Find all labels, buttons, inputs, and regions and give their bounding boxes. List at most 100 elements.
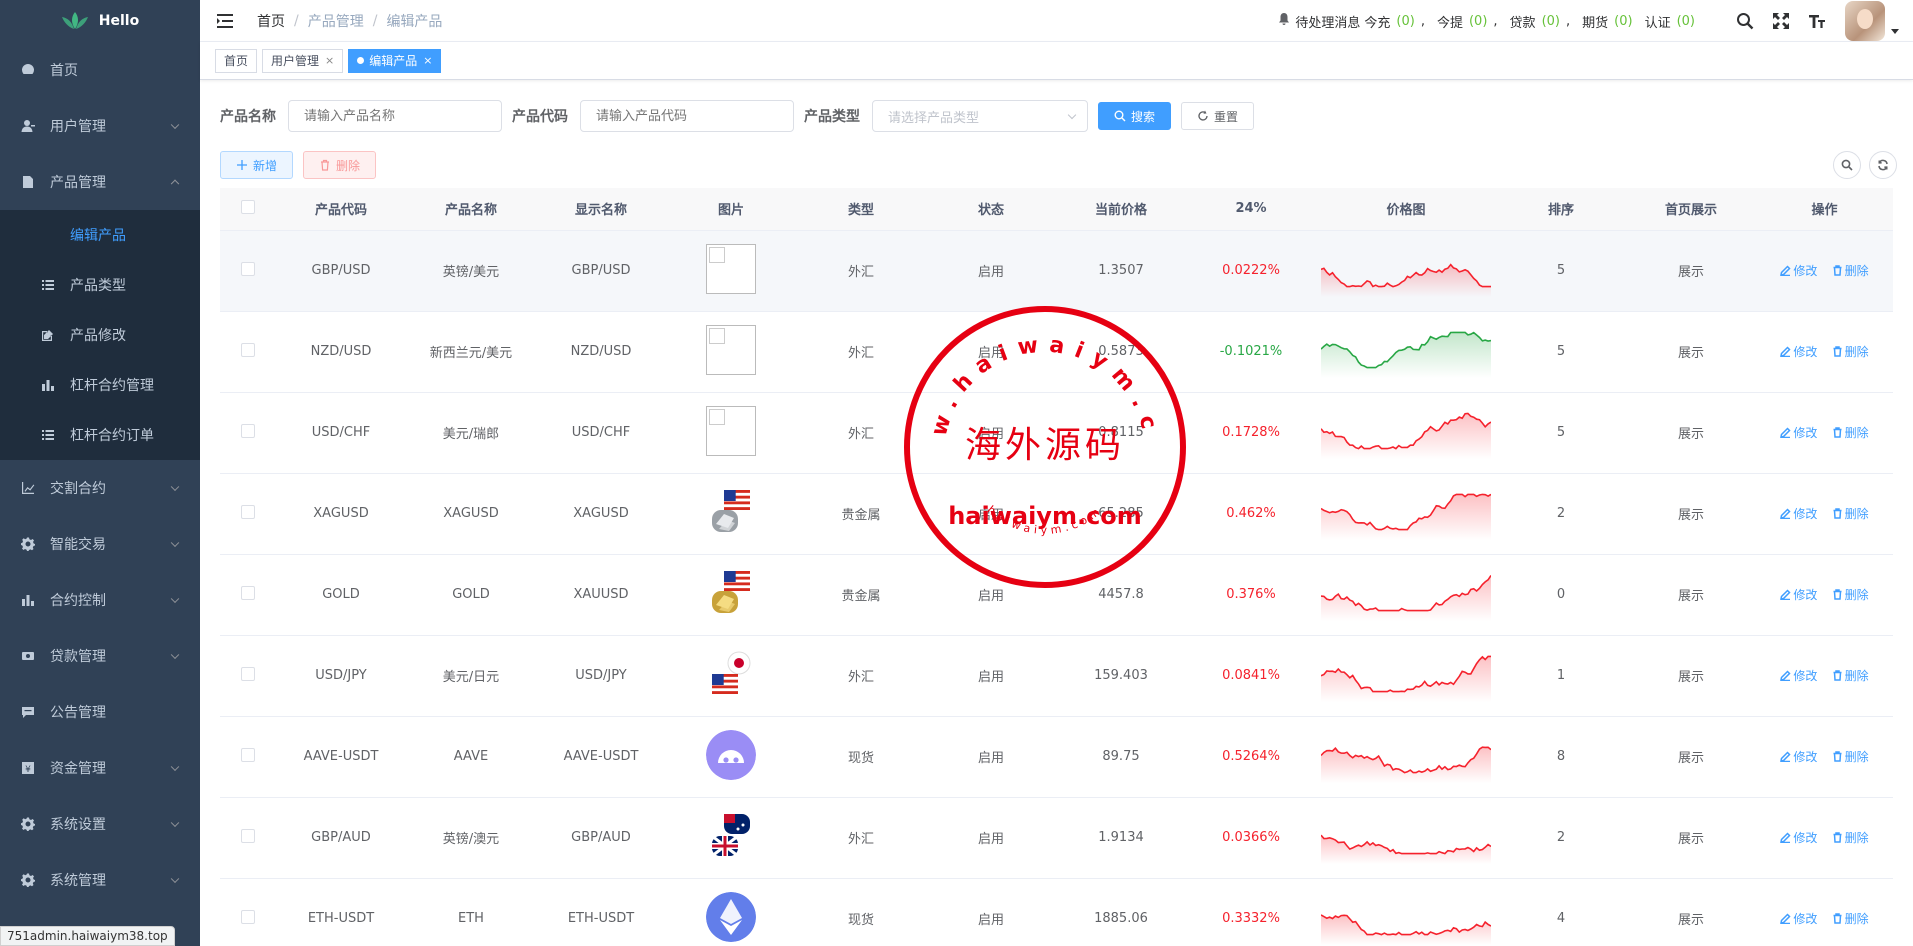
submenu-item-0[interactable]: 编辑产品: [0, 210, 200, 260]
cell-change: -0.1021%: [1186, 311, 1316, 393]
sidebar-item-label: 首页: [50, 63, 78, 79]
edit-button[interactable]: 修改: [1780, 910, 1817, 927]
table-row[interactable]: USD/CHF 美元/瑞郎 USD/CHF 外汇 启用 0.8115 0.172…: [220, 392, 1893, 474]
tag-0[interactable]: 首页: [215, 48, 258, 73]
refresh-button[interactable]: [1869, 151, 1897, 179]
tag-1[interactable]: 用户管理 ×: [262, 48, 344, 73]
delete-row-button[interactable]: 删除: [1832, 505, 1869, 522]
edit-button[interactable]: 修改: [1780, 424, 1817, 441]
edit-button[interactable]: 修改: [1780, 748, 1817, 765]
sidebar-item-5[interactable]: 合约控制: [0, 572, 200, 628]
column-header: 产品名称: [406, 188, 536, 231]
tags-view: 首页 用户管理 × 编辑产品 ×: [200, 42, 1913, 80]
reset-button[interactable]: 重置: [1181, 102, 1255, 130]
edit-button[interactable]: 修改: [1780, 262, 1817, 279]
tag-label: 编辑产品: [369, 54, 418, 68]
cell-homepage: 展示: [1626, 554, 1756, 636]
search-button[interactable]: 搜索: [1098, 102, 1172, 130]
sidebar-item-7[interactable]: 公告管理: [0, 684, 200, 740]
delete-row-button[interactable]: 删除: [1832, 829, 1869, 846]
row-checkbox[interactable]: [241, 747, 255, 762]
row-checkbox[interactable]: [241, 828, 255, 843]
sidebar-item-9[interactable]: 系统设置: [0, 796, 200, 852]
product-name-input[interactable]: [288, 100, 502, 132]
cell-type: 外汇: [796, 797, 926, 879]
pending-notice[interactable]: 待处理消息 今充 (0) , 今提 (0) , 贷款 (0) , 期货 (0) …: [1277, 12, 1707, 31]
column-header: 24%: [1186, 188, 1316, 231]
hamburger-icon[interactable]: [217, 13, 233, 28]
delete-row-button[interactable]: 删除: [1832, 910, 1869, 927]
cell-display: GBP/AUD: [536, 797, 666, 879]
table-row[interactable]: GOLD GOLD XAUUSD 贵金属 启用 4457.8 0.376% 0 …: [220, 554, 1893, 636]
toggle-search-button[interactable]: [1833, 151, 1861, 179]
breadcrumb-home[interactable]: 首页: [257, 11, 285, 31]
fullscreen-icon[interactable]: [1771, 11, 1791, 31]
close-icon[interactable]: ×: [325, 54, 334, 67]
cell-display: GBP/USD: [536, 230, 666, 312]
plus-icon: [237, 160, 247, 170]
dashboard-icon: [20, 62, 36, 78]
sidebar-item-4[interactable]: 智能交易: [0, 516, 200, 572]
row-checkbox[interactable]: [241, 342, 255, 357]
edit-button[interactable]: 修改: [1780, 829, 1817, 846]
sidebar-item-6[interactable]: 贷款管理: [0, 628, 200, 684]
document-icon: [20, 174, 36, 190]
delete-button[interactable]: 删除: [303, 151, 377, 179]
avatar[interactable]: [1845, 1, 1885, 41]
sidebar-item-2[interactable]: 产品管理: [0, 154, 200, 210]
row-checkbox[interactable]: [241, 909, 255, 924]
submenu-item-1[interactable]: 产品类型: [0, 260, 200, 310]
delete-row-button[interactable]: 删除: [1832, 586, 1869, 603]
cell-price: 4457.8: [1056, 554, 1186, 636]
submenu-item-3[interactable]: 杠杆合约管理: [0, 360, 200, 410]
edit-button[interactable]: 修改: [1780, 505, 1817, 522]
caret-down-icon[interactable]: [1891, 28, 1899, 34]
search-form: 产品名称 产品代码 产品类型 请选择产品类型 搜索 重置: [220, 100, 1264, 132]
submenu-item-4[interactable]: 杠杆合约订单: [0, 410, 200, 460]
table-row[interactable]: AAVE-USDT AAVE AAVE-USDT 现货 启用 89.75 0.5…: [220, 716, 1893, 798]
row-checkbox[interactable]: [241, 666, 255, 681]
table-row[interactable]: USD/JPY 美元/日元 USD/JPY 外汇 启用 159.403 0.08…: [220, 635, 1893, 717]
row-checkbox[interactable]: [241, 585, 255, 600]
bell-icon: [1277, 12, 1295, 30]
sidebar-item-3[interactable]: 交割合约: [0, 460, 200, 516]
sidebar-item-8[interactable]: ¥ 资金管理: [0, 740, 200, 796]
row-checkbox[interactable]: [241, 504, 255, 519]
delete-row-button[interactable]: 删除: [1832, 424, 1869, 441]
sidebar-item-1[interactable]: 用户管理: [0, 98, 200, 154]
font-size-icon[interactable]: [1807, 11, 1827, 31]
cell-name: 新西兰元/美元: [406, 311, 536, 393]
product-type-select[interactable]: 请选择产品类型: [872, 100, 1088, 132]
tag-2[interactable]: 编辑产品 ×: [348, 48, 442, 73]
cell-code: GOLD: [276, 554, 406, 636]
sidebar-item-0[interactable]: 首页: [0, 42, 200, 98]
sidebar-item-10[interactable]: 系统管理: [0, 852, 200, 908]
delete-row-button[interactable]: 删除: [1832, 343, 1869, 360]
row-checkbox[interactable]: [241, 423, 255, 438]
submenu-item-2[interactable]: 产品修改: [0, 310, 200, 360]
delete-row-button[interactable]: 删除: [1832, 748, 1869, 765]
table-row[interactable]: GBP/AUD 英镑/澳元 GBP/AUD 外汇 启用 1.9134 0.036…: [220, 797, 1893, 879]
cell-actions: 修改 删除: [1756, 716, 1893, 798]
edit-button[interactable]: 修改: [1780, 586, 1817, 603]
table-row[interactable]: NZD/USD 新西兰元/美元 NZD/USD 外汇 启用 0.5873 -0.…: [220, 311, 1893, 393]
add-button[interactable]: 新增: [220, 151, 294, 179]
edit-button[interactable]: 修改: [1780, 343, 1817, 360]
search-icon[interactable]: [1735, 11, 1755, 31]
table-row[interactable]: GBP/USD 英镑/美元 GBP/USD 外汇 启用 1.3507 0.022…: [220, 230, 1893, 312]
delete-row-button[interactable]: 删除: [1832, 667, 1869, 684]
edit-button[interactable]: 修改: [1780, 667, 1817, 684]
product-image: [710, 489, 752, 540]
row-checkbox[interactable]: [241, 261, 255, 276]
logo[interactable]: Hello: [0, 0, 200, 42]
delete-row-button[interactable]: 删除: [1832, 262, 1869, 279]
cell-type: 贵金属: [796, 554, 926, 636]
close-icon[interactable]: ×: [423, 54, 432, 67]
breadcrumb-product[interactable]: 产品管理: [308, 11, 364, 31]
select-all-checkbox[interactable]: [241, 199, 255, 214]
cell-change: 0.1728%: [1186, 392, 1316, 474]
table-row[interactable]: ETH-USDT ETH ETH-USDT 现货 启用 1885.06 0.33…: [220, 878, 1893, 946]
notice-count: (0): [1676, 13, 1695, 29]
table-row[interactable]: XAGUSD XAGUSD XAGUSD 贵金属 启用 65.285 0.462…: [220, 473, 1893, 555]
product-code-input[interactable]: [580, 100, 794, 132]
